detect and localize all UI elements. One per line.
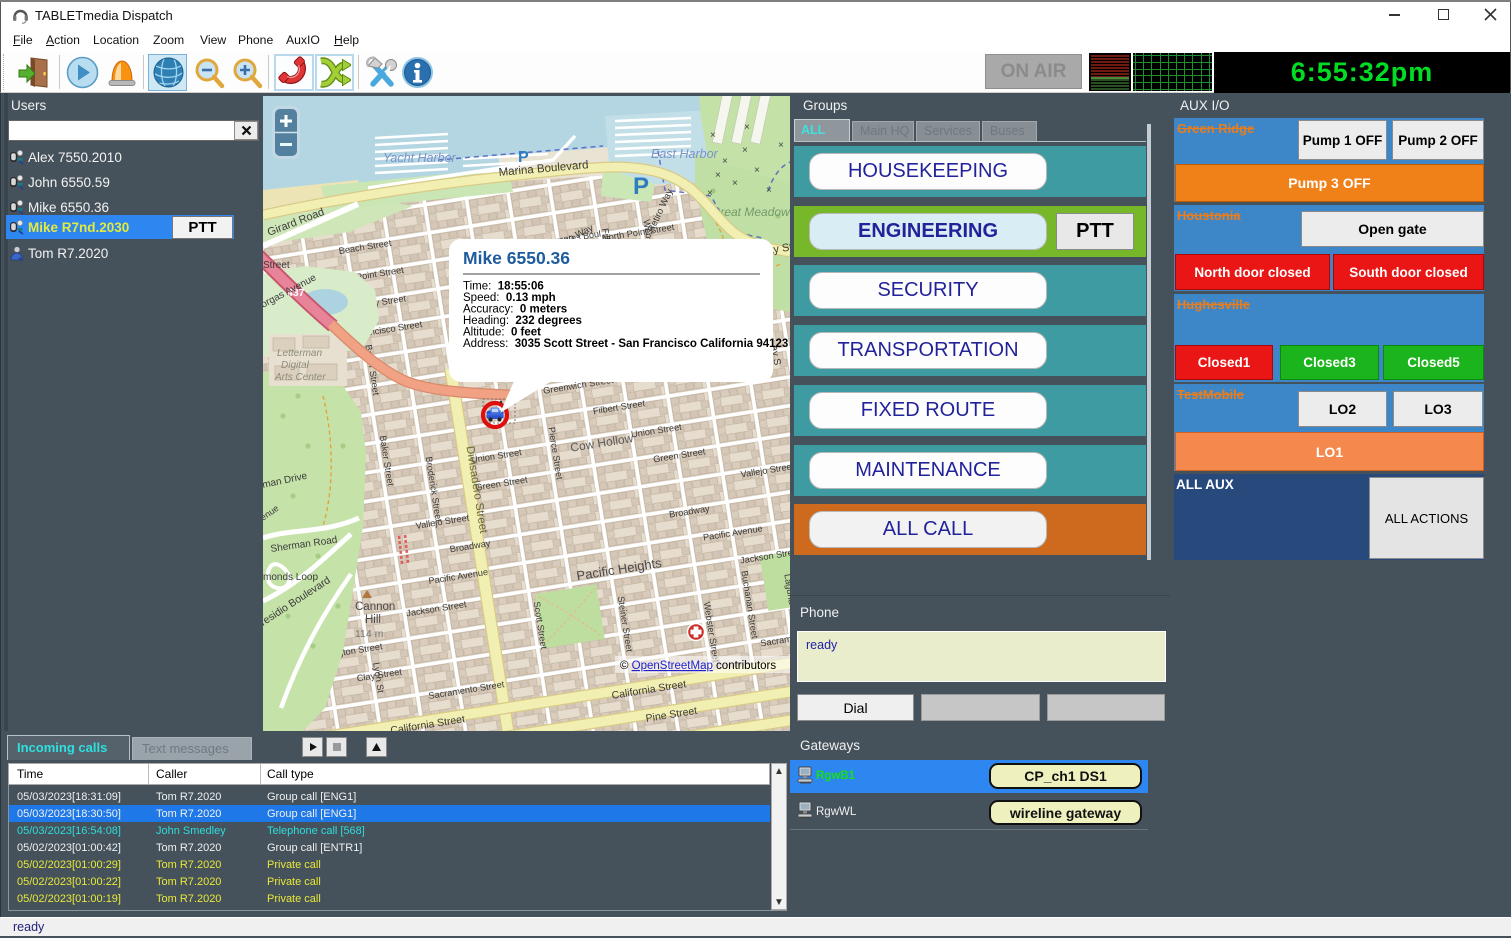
svg-text:Speed: 0.13 mph: Speed: 0.13 mph <box>463 292 556 304</box>
svg-text:Heading: 232 degrees: Heading: 232 degrees <box>463 315 582 327</box>
svg-text:Altitude: 0 feet: Altitude: 0 feet <box>463 327 541 339</box>
svg-text:© OpenStreetMap contributors: © OpenStreetMap contributors <box>620 660 776 672</box>
svg-text:×: × <box>778 140 784 151</box>
svg-text:Cannon: Cannon <box>355 601 395 613</box>
svg-text:×: × <box>715 170 721 181</box>
svg-text:Letterman: Letterman <box>277 348 322 359</box>
svg-text:P: P <box>518 149 529 166</box>
svg-text:Hill: Hill <box>365 614 381 626</box>
svg-text:Mike 6550.36: Mike 6550.36 <box>463 248 570 268</box>
svg-text:Digital: Digital <box>281 360 310 371</box>
svg-text:East Harbor: East Harbor <box>651 147 719 161</box>
svg-text:Accuracy: 0 meters: Accuracy: 0 meters <box>463 304 567 316</box>
svg-text:×: × <box>707 188 713 199</box>
svg-text:×: × <box>722 156 728 167</box>
svg-text:Arts Center: Arts Center <box>274 372 326 383</box>
svg-text:Time: 18:55:06: Time: 18:55:06 <box>463 281 544 293</box>
svg-text:monds Loop: monds Loop <box>263 572 318 583</box>
svg-text:P: P <box>633 173 649 200</box>
svg-text:Yacht Harbor: Yacht Harbor <box>383 151 457 165</box>
svg-text:×: × <box>766 185 772 196</box>
svg-text:×: × <box>710 130 716 141</box>
svg-text:Address: 3035 Scott Street -: Address: 3035 Scott Street - San Francis… <box>463 338 788 350</box>
svg-text:114 m: 114 m <box>355 628 384 640</box>
svg-text:×: × <box>754 165 760 176</box>
svg-text:×: × <box>732 178 738 189</box>
svg-text:Street: Street <box>263 260 290 271</box>
svg-text:×: × <box>744 122 750 133</box>
svg-text:×: × <box>742 145 748 156</box>
